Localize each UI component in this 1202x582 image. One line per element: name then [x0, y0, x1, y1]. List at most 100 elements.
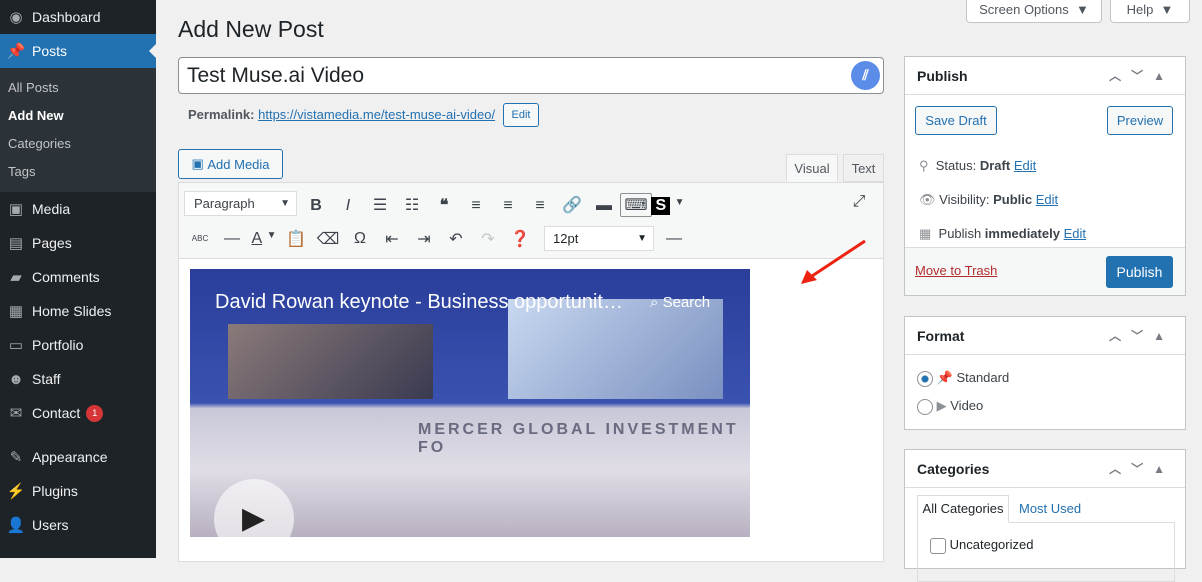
permalink: Permalink: https://vistamedia.me/test-mu… — [188, 107, 496, 122]
hr-icon[interactable]: — — [658, 230, 690, 248]
blockquote-icon[interactable]: ❝ — [428, 195, 460, 215]
admin-sidebar: ◉ Dashboard 📌 Posts All Posts Add New Cate… — [0, 0, 156, 558]
menu-contact[interactable]: ✉ Contact 1 — [0, 396, 156, 430]
comments-icon: ▰ — [10, 269, 22, 286]
format-box: Format ︿﹀▲ 📌 Standard ▶ Video — [904, 316, 1186, 430]
category-list: Uncategorized — [917, 522, 1175, 582]
special-char-icon[interactable]: Ω — [344, 230, 376, 248]
category-checkbox[interactable] — [930, 537, 946, 554]
menu-posts[interactable]: 📌 Posts — [0, 34, 156, 68]
publish-box: Publish ︿﹀▲ Save Draft Preview ⚲ Status: … — [904, 56, 1186, 296]
play-button[interactable]: ▶ — [214, 479, 294, 537]
menu-appearance[interactable]: ✎ Appearance — [0, 440, 156, 474]
redo-icon[interactable]: ↷ — [472, 229, 504, 249]
menu-plugins[interactable]: ⚡ Plugins — [0, 474, 156, 508]
muse-logo-icon[interactable]: ⫽ — [851, 61, 880, 90]
italic-icon[interactable]: I — [332, 197, 364, 215]
menu-users[interactable]: 👤 Users — [0, 508, 156, 542]
menu-staff[interactable]: ☻ Staff — [0, 362, 156, 396]
align-right-icon[interactable]: ≡ — [524, 197, 556, 215]
page-title: Add New Post — [178, 16, 324, 42]
plugin-icon: ⚡ — [6, 483, 26, 500]
align-left-icon[interactable]: ≡ — [460, 197, 492, 215]
box-controls-icon[interactable]: ︿﹀▲ — [1109, 327, 1175, 344]
menu-pages[interactable]: ▤ Pages — [0, 226, 156, 260]
bold-icon[interactable]: B — [300, 197, 332, 215]
video-audience-image — [228, 324, 433, 399]
status-row: ⚲ Status: Draft Edit — [919, 158, 1037, 173]
menu-home-slides[interactable]: ▦ Home Slides — [0, 294, 156, 328]
schedule-row: ▦ Publish immediately Edit — [919, 226, 1086, 241]
pages-icon: ▤ — [8, 235, 24, 252]
menu-comments[interactable]: ▰ Comments — [0, 260, 156, 294]
help-button[interactable]: Help ▼ — [1110, 0, 1190, 23]
outdent-icon[interactable]: ⇤ — [376, 229, 408, 249]
permalink-edit-button[interactable]: Edit — [503, 103, 539, 127]
box-controls-icon[interactable]: ︿﹀▲ — [1109, 460, 1175, 477]
posts-submenu: All Posts Add New Categories Tags — [0, 68, 156, 192]
media-icon: ▣ — [191, 156, 204, 171]
contact-badge: 1 — [86, 404, 104, 422]
menu-media[interactable]: ▣ Media — [0, 192, 156, 226]
preview-button[interactable]: Preview — [1107, 106, 1173, 135]
editor: Paragraph ▼ B I ☰ ☷ ❝ ≡ ≡ ≡ 🔗 ▬ ⌨ S ▼ ⤢ ABC — A ▼ 📋 ⌫ Ω ⇤ ⇥… — [178, 182, 884, 562]
hr-icon[interactable]: — — [216, 230, 248, 248]
tab-text[interactable]: Text — [843, 154, 884, 182]
tab-visual[interactable]: Visual — [786, 154, 838, 183]
numbered-list-icon[interactable]: ☷ — [396, 195, 428, 215]
status-edit-link[interactable]: Edit — [1014, 158, 1036, 173]
clear-format-icon[interactable]: ⌫ — [312, 229, 344, 249]
paste-text-icon[interactable]: 📋 — [280, 229, 312, 249]
editor-toolbar: Paragraph ▼ B I ☰ ☷ ❝ ≡ ≡ ≡ 🔗 ▬ ⌨ S ▼ ⤢ ABC — A ▼ 📋 ⌫ Ω ⇤ ⇥… — [179, 183, 883, 259]
media-icon: ▣ — [8, 201, 24, 218]
box-controls-icon[interactable]: ︿﹀▲ — [1109, 67, 1175, 84]
menu-portfolio[interactable]: ▭ Portfolio — [0, 328, 156, 362]
video-embed[interactable]: David Rowan keynote - Business opportuni… — [190, 269, 750, 537]
pin-icon: ⚲ — [919, 158, 929, 173]
pin-icon: 📌 — [6, 43, 26, 60]
bullet-list-icon[interactable]: ☰ — [364, 195, 396, 215]
format-select[interactable]: Paragraph ▼ — [184, 191, 297, 216]
screen-options-button[interactable]: Screen Options ▼ — [966, 0, 1102, 23]
search-icon: ⌕ — [650, 294, 659, 311]
calendar-icon: ▦ — [919, 226, 932, 241]
staff-icon: ☻ — [8, 370, 24, 388]
menu-dashboard[interactable]: ◉ Dashboard — [0, 0, 156, 34]
portfolio-icon: ▭ — [8, 337, 24, 354]
submenu-all-posts[interactable]: All Posts — [0, 74, 156, 102]
schedule-edit-link[interactable]: Edit — [1064, 226, 1086, 241]
fullscreen-icon[interactable]: ⤢ — [843, 193, 875, 211]
submenu-categories[interactable]: Categories — [0, 130, 156, 158]
permalink-url[interactable]: https://vistamedia.me/test-muse-ai-video… — [258, 107, 495, 122]
toolbar-row-1: B I ☰ ☷ ❝ ≡ ≡ ≡ 🔗 ▬ ⌨ S ▼ — [300, 193, 685, 217]
align-center-icon[interactable]: ≡ — [492, 197, 524, 215]
format-standard-radio[interactable]: 📌 Standard — [917, 364, 1173, 392]
visibility-edit-link[interactable]: Edit — [1036, 192, 1058, 207]
video-speaker-image — [508, 299, 723, 399]
undo-icon[interactable]: ↶ — [440, 229, 472, 249]
tab-most-used[interactable]: Most Used — [1019, 495, 1081, 523]
text-color-icon[interactable]: A ▼ — [248, 230, 280, 248]
strikethrough-icon[interactable]: ABC — [184, 234, 216, 243]
help-icon[interactable]: ❓ — [504, 229, 536, 249]
save-draft-button[interactable]: Save Draft — [915, 106, 997, 135]
eye-icon: 👁 — [919, 192, 936, 207]
toolbar-row-2: ABC — A ▼ 📋 ⌫ Ω ⇤ ⇥ ↶ ↷ ❓ 12pt ▼ — — [184, 226, 690, 251]
submenu-add-new[interactable]: Add New — [0, 102, 156, 130]
tab-all-categories[interactable]: All Categories — [917, 495, 1009, 523]
add-media-button[interactable]: ▣ Add Media — [178, 149, 283, 179]
read-more-icon[interactable]: ▬ — [588, 197, 620, 215]
post-title-input[interactable]: Test Muse.ai Video ⫽ — [178, 57, 884, 94]
link-icon[interactable]: 🔗 — [556, 195, 588, 215]
submenu-tags[interactable]: Tags — [0, 158, 156, 186]
font-size-select[interactable]: 12pt ▼ — [544, 226, 654, 251]
publish-button[interactable]: Publish — [1106, 256, 1173, 288]
shortcode-icon[interactable]: S ▼ — [651, 197, 685, 215]
indent-icon[interactable]: ⇥ — [408, 229, 440, 249]
categories-box: Categories ︿﹀▲ All Categories Most Used U… — [904, 449, 1186, 582]
format-video-radio[interactable]: ▶ Video — [917, 392, 1173, 420]
toolbar-toggle-icon[interactable]: ⌨ — [620, 193, 652, 217]
video-search[interactable]: ⌕ Search — [650, 294, 710, 311]
video-banner-text: MERCER GLOBAL INVESTMENT FO — [418, 421, 739, 456]
move-to-trash-link[interactable]: Move to Trash — [915, 263, 997, 278]
